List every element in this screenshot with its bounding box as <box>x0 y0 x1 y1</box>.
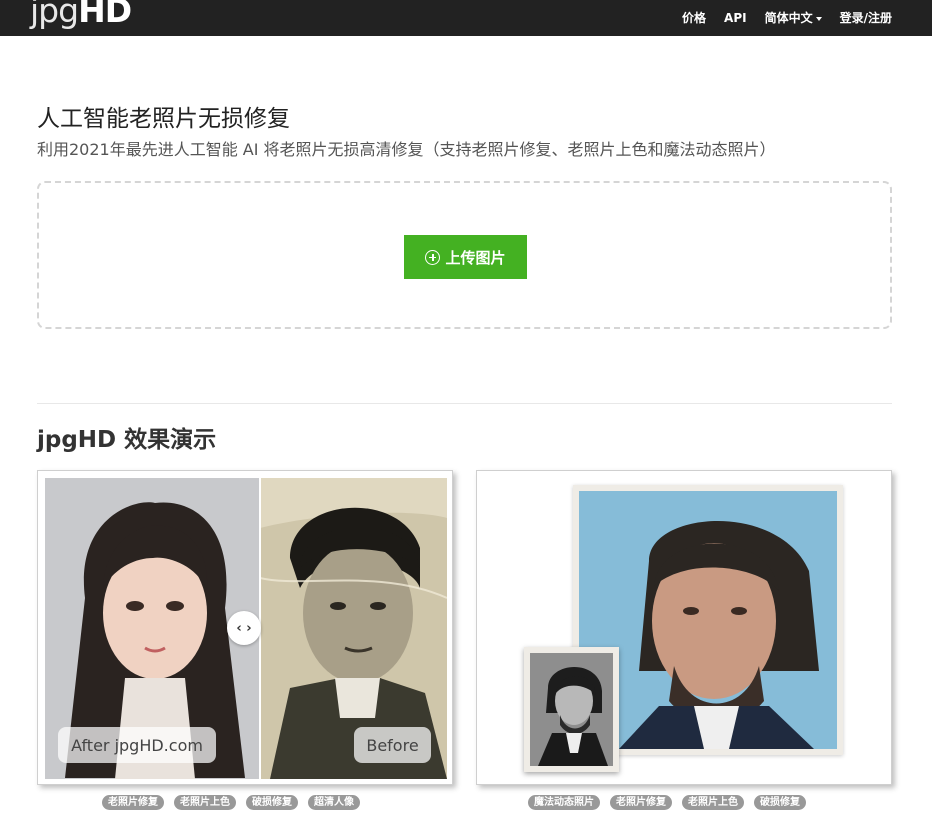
before-label: Before <box>354 727 431 763</box>
section-divider <box>37 403 892 404</box>
tag-damage-repair[interactable]: 破损修复 <box>754 795 806 810</box>
caret-down-icon <box>815 16 822 21</box>
upload-image-button[interactable]: 上传图片 <box>404 235 527 279</box>
tag-old-photo-restore[interactable]: 老照片修复 <box>102 795 164 810</box>
page-subtitle: 利用2021年最先进人工智能 AI 将老照片无损高清修复（支持老照片修复、老照片… <box>37 140 776 159</box>
left-demo-tags: 老照片修复 老照片上色 破损修复 超清人像 <box>102 795 370 811</box>
demo-section-title: jpgHD 效果演示 <box>37 427 217 453</box>
nav-menu: 价格 API 简体中文 登录/注册 <box>673 0 932 36</box>
chevrons-left-right-icon[interactable]: ‹ › <box>227 611 261 645</box>
nav-pricing-link[interactable]: 价格 <box>673 6 715 30</box>
language-dropdown[interactable]: 简体中文 <box>756 6 831 30</box>
tag-damage-repair[interactable]: 破损修复 <box>246 795 298 810</box>
logo-text-light: jpg <box>30 0 79 30</box>
language-label: 简体中文 <box>764 11 813 25</box>
tag-old-photo-colorize[interactable]: 老照片上色 <box>682 795 744 810</box>
tag-old-photo-restore[interactable]: 老照片修复 <box>610 795 672 810</box>
page-title: 人工智能老照片无损修复 <box>37 106 290 132</box>
plus-circle-icon <box>425 249 441 265</box>
tag-old-photo-colorize[interactable]: 老照片上色 <box>174 795 236 810</box>
upload-button-label: 上传图片 <box>445 248 506 267</box>
colorize-demo-card <box>476 470 892 785</box>
logo[interactable]: jpgHD <box>30 0 132 31</box>
after-label: After jpgHD.com <box>58 727 216 763</box>
logo-text-bold: HD <box>78 0 132 30</box>
top-navbar: jpgHD 价格 API 简体中文 登录/注册 <box>0 0 932 36</box>
original-portrait-image <box>530 653 613 766</box>
tag-magic-animated-photo[interactable]: 魔法动态照片 <box>528 795 600 810</box>
nav-api-link[interactable]: API <box>715 6 756 30</box>
right-demo-tags: 魔法动态照片 老照片修复 老照片上色 破损修复 <box>528 795 816 811</box>
nav-login-link[interactable]: 登录/注册 <box>831 6 932 30</box>
original-photo-frame <box>524 647 619 772</box>
upload-dropzone[interactable]: 上传图片 <box>37 181 892 329</box>
before-after-demo-card: ‹ › After jpgHD.com Before <box>37 470 453 785</box>
tag-hd-portrait[interactable]: 超清人像 <box>308 795 360 810</box>
